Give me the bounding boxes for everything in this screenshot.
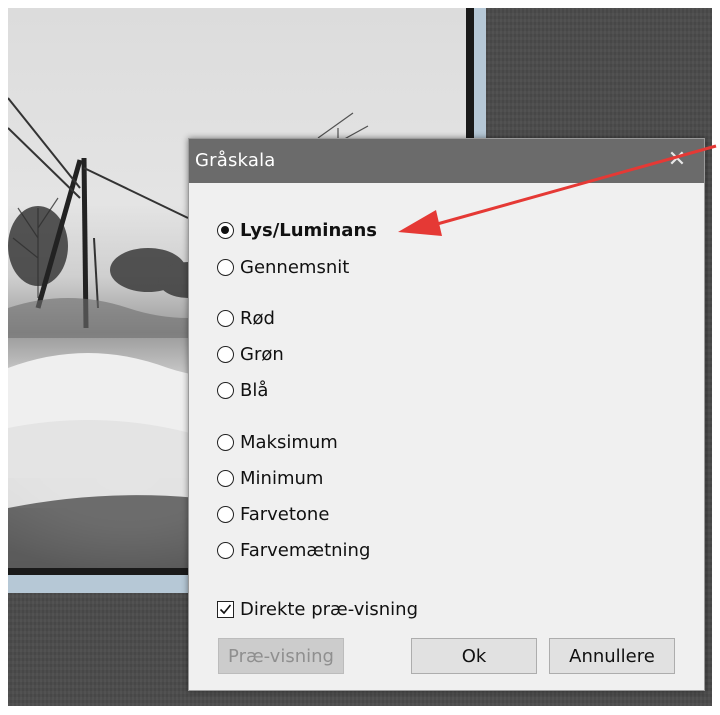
radio-button[interactable] xyxy=(217,541,234,559)
radio-button[interactable] xyxy=(217,433,234,451)
radio-maksimum[interactable]: Maksimum xyxy=(217,429,338,455)
radio-button[interactable] xyxy=(217,309,234,327)
radio-farvetone[interactable]: Farvetone xyxy=(217,501,329,527)
radio-luminans[interactable]: Lys/Luminans xyxy=(217,217,377,243)
radio-gron[interactable]: Grøn xyxy=(217,341,284,367)
preview-button[interactable]: Præ-visning xyxy=(218,638,344,674)
radio-minimum[interactable]: Minimum xyxy=(217,465,323,491)
radio-label: Maksimum xyxy=(240,431,338,453)
checkmark-icon xyxy=(219,603,232,614)
radio-button-checked[interactable] xyxy=(217,221,234,239)
radio-farvemaetning[interactable]: Farvemætning xyxy=(217,537,370,563)
grayscale-dialog: Gråskala ✕ Lys/Luminans Gennemsnit Rød G… xyxy=(188,138,705,691)
cancel-button[interactable]: Annullere xyxy=(549,638,675,674)
radio-label: Minimum xyxy=(240,467,324,489)
radio-gennemsnit[interactable]: Gennemsnit xyxy=(217,254,349,280)
ok-button[interactable]: Ok xyxy=(411,638,537,674)
radio-button[interactable] xyxy=(217,505,234,523)
radio-label: Lys/Luminans xyxy=(240,219,377,241)
direct-preview-checkbox-row[interactable]: Direkte præ-visning xyxy=(217,596,418,622)
radio-label: Grøn xyxy=(240,343,284,365)
dialog-title: Gråskala xyxy=(195,150,276,171)
radio-label: Farvemætning xyxy=(240,539,371,561)
close-icon[interactable]: ✕ xyxy=(664,147,690,173)
radio-label: Gennemsnit xyxy=(240,256,350,278)
radio-label: Farvetone xyxy=(240,503,330,525)
direct-preview-label: Direkte præ-visning xyxy=(240,598,419,620)
radio-button[interactable] xyxy=(217,345,234,363)
radio-label: Rød xyxy=(240,307,275,329)
direct-preview-checkbox[interactable] xyxy=(217,600,234,618)
radio-bla[interactable]: Blå xyxy=(217,377,268,403)
radio-label: Blå xyxy=(240,379,269,401)
radio-button[interactable] xyxy=(217,381,234,399)
radio-button[interactable] xyxy=(217,469,234,487)
radio-button[interactable] xyxy=(217,258,234,276)
radio-rod[interactable]: Rød xyxy=(217,305,275,331)
dialog-titlebar[interactable]: Gråskala ✕ xyxy=(189,139,704,183)
